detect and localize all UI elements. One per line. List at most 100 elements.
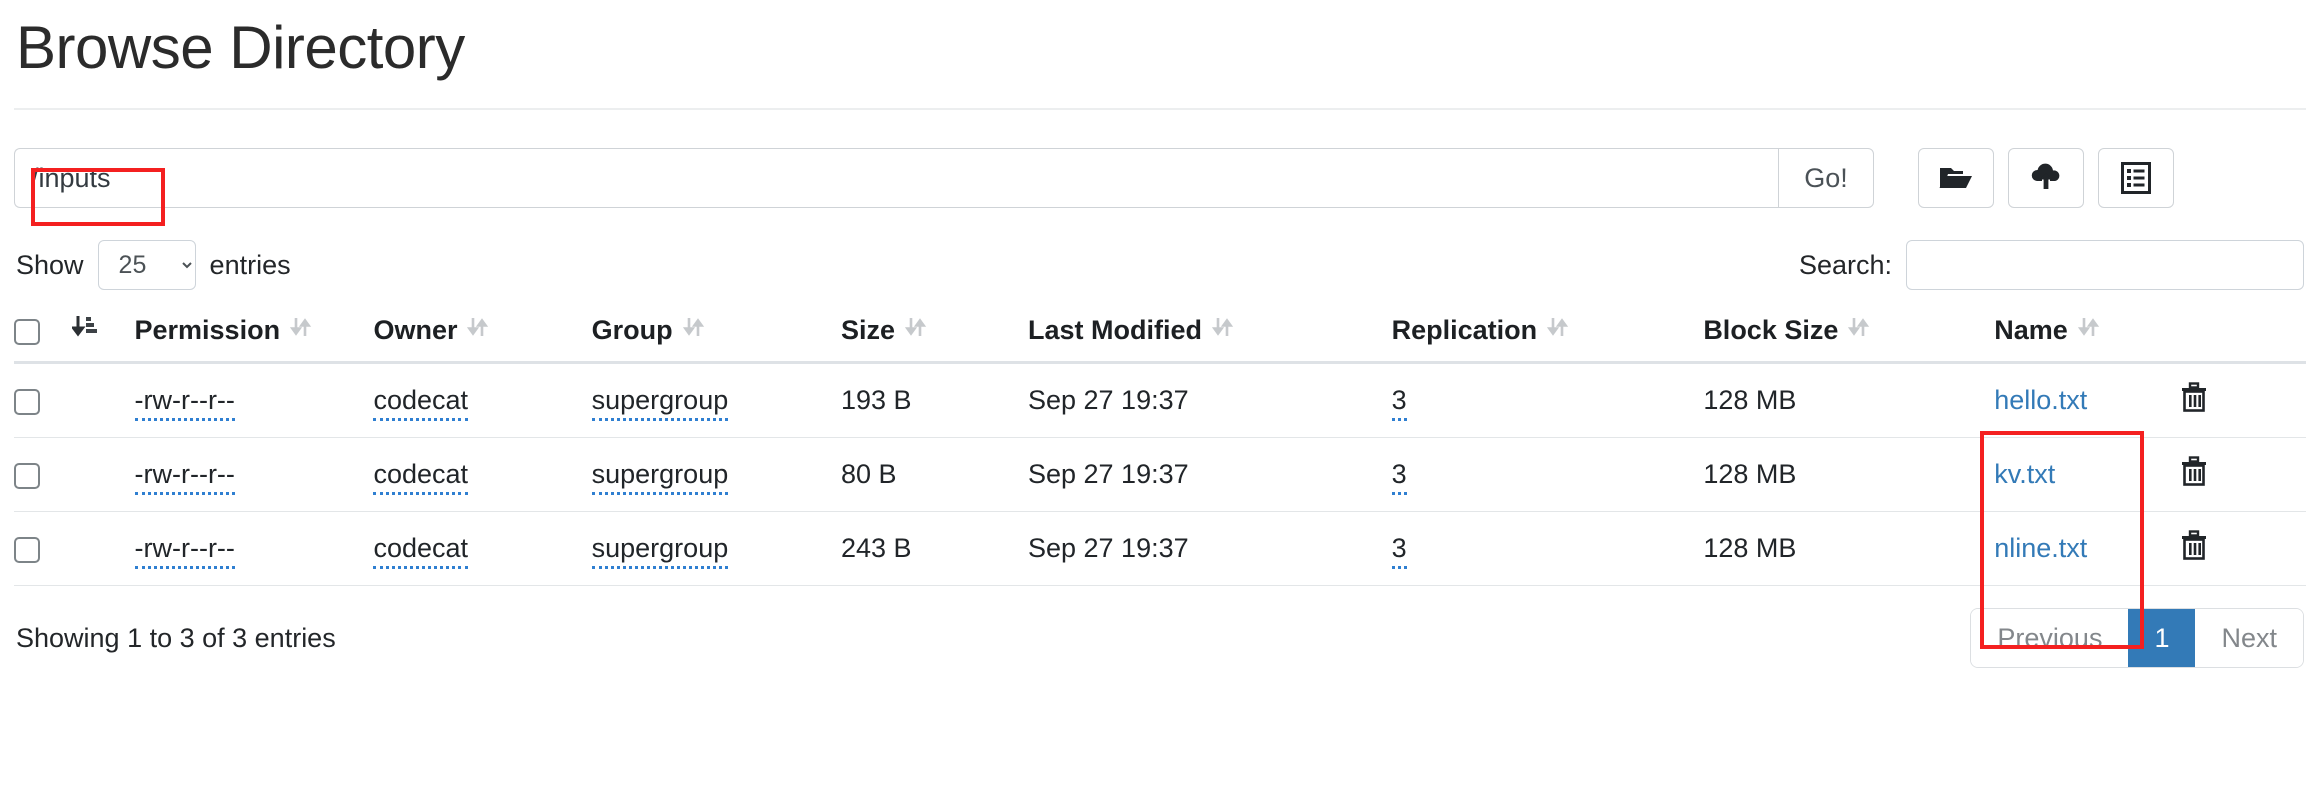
row-spacer-cell xyxy=(72,511,135,586)
permission-link[interactable]: -rw-r--r-- xyxy=(134,533,235,569)
table-row: -rw-r--r-- codecat supergroup 243 B Sep … xyxy=(14,511,2306,586)
cell-group[interactable]: supergroup xyxy=(591,437,841,512)
header-name[interactable]: Name xyxy=(1994,302,2182,364)
select-all-checkbox[interactable] xyxy=(14,318,40,345)
list-alt-icon xyxy=(2121,162,2151,194)
cell-group[interactable]: supergroup xyxy=(591,511,841,586)
header-block-size[interactable]: Block Size xyxy=(1703,302,1995,364)
header-owner[interactable]: Owner xyxy=(373,302,592,364)
cell-size: 80 B xyxy=(840,437,1028,512)
file-name-link[interactable]: hello.txt xyxy=(1994,385,2087,415)
header-group-label: Group xyxy=(591,315,673,345)
cell-permission[interactable]: -rw-r--r-- xyxy=(134,362,374,438)
cut-high-availability-button[interactable] xyxy=(2098,148,2174,208)
owner-link[interactable]: codecat xyxy=(373,533,469,569)
cell-group[interactable]: supergroup xyxy=(591,362,841,438)
cell-size: 193 B xyxy=(840,362,1028,438)
length-menu: Show 25 entries xyxy=(16,240,305,290)
cell-owner[interactable]: codecat xyxy=(373,437,592,512)
header-owner-label: Owner xyxy=(373,315,458,345)
path-input[interactable] xyxy=(14,148,1778,208)
header-replication[interactable]: Replication xyxy=(1391,302,1704,364)
group-link[interactable]: supergroup xyxy=(591,385,729,421)
cell-replication[interactable]: 3 xyxy=(1391,511,1704,586)
header-actions xyxy=(2181,302,2306,364)
directory-table: Permission Owner Group Size Last Modifie… xyxy=(14,302,2306,586)
row-select-cell[interactable] xyxy=(14,437,73,512)
table-info: Showing 1 to 3 of 3 entries xyxy=(16,622,336,653)
cell-owner[interactable]: codecat xyxy=(373,511,592,586)
replication-link[interactable]: 3 xyxy=(1391,385,1407,421)
search-label: Search: xyxy=(1798,249,1892,280)
path-action-buttons xyxy=(1918,148,2174,208)
cloud-upload-icon xyxy=(2029,163,2063,193)
table-header-row: Permission Owner Group Size Last Modifie… xyxy=(14,302,2306,364)
owner-link[interactable]: codecat xyxy=(373,459,469,495)
go-button[interactable]: Go! xyxy=(1778,148,1874,208)
row-checkbox[interactable] xyxy=(14,462,40,489)
trash-icon xyxy=(2181,530,2207,563)
sort-both-icon xyxy=(289,315,312,346)
header-sort-amount[interactable] xyxy=(70,302,135,364)
row-select-cell[interactable] xyxy=(14,511,73,586)
permission-link[interactable]: -rw-r--r-- xyxy=(134,459,235,495)
replication-link[interactable]: 3 xyxy=(1391,459,1407,495)
permission-link[interactable]: -rw-r--r-- xyxy=(134,385,235,421)
cell-replication[interactable]: 3 xyxy=(1391,437,1704,512)
cell-delete[interactable] xyxy=(2181,362,2306,438)
folder-open-icon xyxy=(1939,164,1973,192)
search-input[interactable] xyxy=(1906,240,2304,290)
cell-delete[interactable] xyxy=(2181,437,2306,512)
header-block-size-label: Block Size xyxy=(1703,315,1839,345)
create-directory-button[interactable] xyxy=(1918,148,1994,208)
row-checkbox[interactable] xyxy=(14,536,40,563)
pagination-next[interactable]: Next xyxy=(2195,609,2303,668)
cell-replication[interactable]: 3 xyxy=(1391,362,1704,438)
path-toolbar: Go! xyxy=(14,148,2306,208)
header-replication-label: Replication xyxy=(1391,315,1538,345)
header-size[interactable]: Size xyxy=(840,302,1028,364)
cell-delete[interactable] xyxy=(2181,511,2306,586)
cell-owner[interactable]: codecat xyxy=(373,362,592,438)
search-filter: Search: xyxy=(1799,240,2304,290)
cell-last-modified: Sep 27 19:37 xyxy=(1027,511,1392,586)
header-last-modified[interactable]: Last Modified xyxy=(1027,302,1392,364)
row-spacer-cell xyxy=(72,437,135,512)
table-footer: Showing 1 to 3 of 3 entries Previous 1 N… xyxy=(14,608,2306,669)
sort-both-icon xyxy=(2077,315,2100,346)
cell-permission[interactable]: -rw-r--r-- xyxy=(134,511,374,586)
row-select-cell[interactable] xyxy=(14,362,73,438)
delete-file-button[interactable] xyxy=(2181,530,2207,563)
sort-both-icon xyxy=(467,315,489,346)
sort-both-icon xyxy=(682,315,705,346)
header-select-all[interactable] xyxy=(14,302,73,364)
file-name-link[interactable]: nline.txt xyxy=(1994,533,2087,563)
owner-link[interactable]: codecat xyxy=(373,385,469,421)
sort-both-icon xyxy=(1211,315,1234,346)
row-checkbox[interactable] xyxy=(14,388,40,415)
table-row: -rw-r--r-- codecat supergroup 80 B Sep 2… xyxy=(14,437,2306,512)
file-name-link[interactable]: kv.txt xyxy=(1994,459,2055,489)
header-name-label: Name xyxy=(1994,315,2068,345)
header-group[interactable]: Group xyxy=(591,302,841,364)
header-permission[interactable]: Permission xyxy=(134,302,374,364)
replication-link[interactable]: 3 xyxy=(1391,533,1407,569)
group-link[interactable]: supergroup xyxy=(591,533,729,569)
trash-icon xyxy=(2181,456,2207,489)
delete-file-button[interactable] xyxy=(2181,456,2207,489)
cell-permission[interactable]: -rw-r--r-- xyxy=(134,437,374,512)
browse-directory-page: Browse Directory Go! xyxy=(0,0,2320,798)
show-label: Show xyxy=(16,249,84,280)
cell-name[interactable]: nline.txt xyxy=(1994,511,2182,586)
pagination-page-1[interactable]: 1 xyxy=(2128,609,2196,668)
delete-file-button[interactable] xyxy=(2181,382,2207,415)
upload-file-button[interactable] xyxy=(2008,148,2084,208)
group-link[interactable]: supergroup xyxy=(591,459,729,495)
sort-both-icon xyxy=(904,315,927,346)
cell-name[interactable]: hello.txt xyxy=(1994,362,2182,438)
cell-name[interactable]: kv.txt xyxy=(1994,437,2182,512)
cell-block-size: 128 MB xyxy=(1703,362,1995,438)
pagination-previous[interactable]: Previous xyxy=(1971,609,2129,668)
entries-per-page-select[interactable]: 25 xyxy=(97,240,196,290)
path-input-group: Go! xyxy=(14,148,1874,208)
